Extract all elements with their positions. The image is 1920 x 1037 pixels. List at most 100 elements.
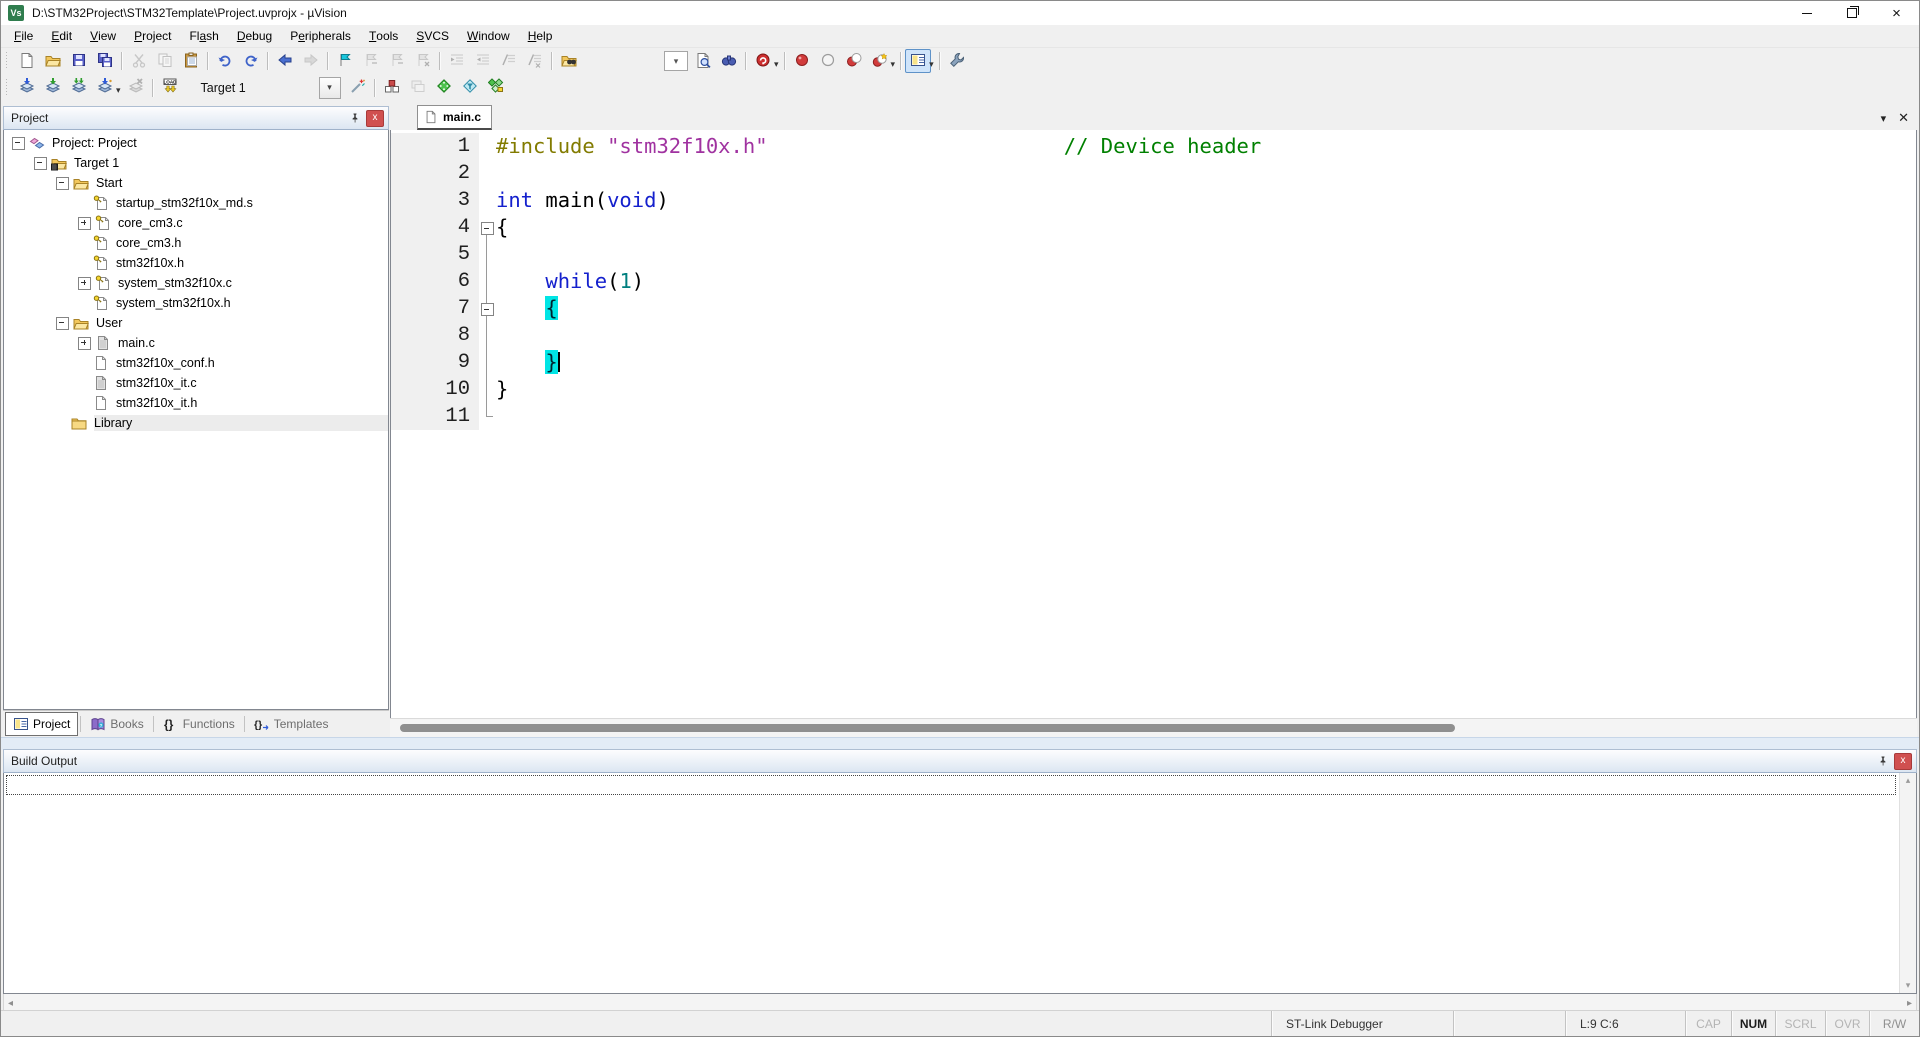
line-number[interactable]: 7 [391,295,479,322]
clear-bookmarks-button[interactable] [410,49,436,73]
navigate-forward-button[interactable] [298,49,324,73]
save-button[interactable] [66,49,92,73]
scroll-right-icon[interactable]: ▸ [1907,998,1912,1009]
code-line-4[interactable]: 4{ [391,214,1916,241]
find-combo[interactable]: ▾ [664,51,688,71]
target-select-combo[interactable]: Target 1 ▾ [193,76,341,99]
code-line-3[interactable]: 3 int main(void) [391,187,1916,214]
scroll-left-icon[interactable]: ◂ [8,998,13,1009]
menu-window[interactable]: Window [458,25,519,47]
project-panel-close-button[interactable]: x [366,109,384,127]
tree-item-stm32f10x-h[interactable]: stm32f10x.h [4,253,388,273]
manage-layout-button[interactable] [405,76,431,100]
insert-breakpoint-button[interactable] [789,49,815,73]
line-number[interactable]: 2 [391,160,479,187]
code-line-7[interactable]: 7 { [391,295,1916,322]
chevron-down-icon[interactable]: ▾ [774,59,779,70]
panel-tab-templates[interactable]: {} Templates [247,713,336,735]
disable-all-breakpoints-button[interactable] [841,49,867,73]
line-number[interactable]: 9 [391,349,479,376]
build-output-vertical-scrollbar[interactable]: ▴ ▾ [1899,773,1916,993]
maximize-restore-button[interactable] [1829,1,1874,25]
options-for-target-button[interactable] [345,76,371,100]
collapse-icon[interactable] [56,176,69,190]
menu-flash[interactable]: Fl a sh [180,25,227,47]
chevron-down-icon[interactable]: ▾ [891,59,896,70]
cut-button[interactable] [126,49,152,73]
line-number[interactable]: 6 [391,268,479,295]
code-line-8[interactable]: 8 [391,322,1916,349]
tree-item-target-1[interactable]: Target 1 [4,153,388,173]
editor-horizontal-scrollbar[interactable] [390,718,1917,737]
fold-collapse-icon[interactable] [481,222,494,235]
pin-icon[interactable] [347,111,363,126]
tree-item-user[interactable]: User [4,313,388,333]
save-all-button[interactable] [92,49,118,73]
find-in-files-dropdown-button[interactable] [750,49,776,73]
panel-tab-functions[interactable]: {} Functions [156,713,242,735]
minimize-button[interactable] [1784,1,1829,25]
translate-button[interactable] [14,76,40,100]
find-button[interactable] [690,49,716,73]
find-in-files-button[interactable] [556,49,582,73]
scrollbar-thumb[interactable] [400,724,1455,732]
panel-tab-books[interactable]: ? Books [83,713,150,735]
menu-help[interactable]: Help [519,25,562,47]
redo-button[interactable] [238,49,264,73]
undo-button[interactable] [212,49,238,73]
build-button[interactable] [40,76,66,100]
menu-file[interactable]: File [5,25,42,47]
tree-item-core-cm3-c[interactable]: core_cm3.c [4,213,388,233]
scroll-down-icon[interactable]: ▾ [1906,980,1911,991]
line-number[interactable]: 3 [391,187,479,214]
menu-project[interactable]: Project [125,25,180,47]
code-line-10[interactable]: 10} [391,376,1916,403]
menu-peripherals[interactable]: Pe ripherals [281,25,360,47]
tree-item-project-project[interactable]: Project: Project [4,133,388,153]
comment-button[interactable] [496,49,522,73]
incremental-find-button[interactable] [716,49,742,73]
code-line-2[interactable]: 2 [391,160,1916,187]
tree-item-library[interactable]: Library [4,413,388,433]
new-file-button[interactable] [14,49,40,73]
collapse-icon[interactable] [34,156,47,170]
chevron-down-icon[interactable]: ▾ [929,59,934,70]
stop-build-button[interactable] [123,76,149,100]
tree-item-system-stm32f10x-c[interactable]: system_stm32f10x.c [4,273,388,293]
open-file-button[interactable] [40,49,66,73]
collapse-icon[interactable] [56,316,69,330]
menu-debug[interactable]: Debug [228,25,281,47]
close-button[interactable]: × [1874,1,1919,25]
line-number[interactable]: 10 [391,376,479,403]
indent-button[interactable] [444,49,470,73]
fold-margin[interactable] [479,214,495,241]
next-bookmark-button[interactable] [358,49,384,73]
tree-item-startup-stm32f10x-md-s[interactable]: startup_stm32f10x_md.s [4,193,388,213]
code-line-5[interactable]: 5 [391,241,1916,268]
download-button[interactable]: LOAD [157,76,183,100]
line-number[interactable]: 11 [391,403,479,430]
uncomment-button[interactable] [522,49,548,73]
navigate-back-button[interactable] [272,49,298,73]
pin-icon[interactable] [1875,754,1891,769]
panel-tab-project[interactable]: Project [5,712,79,736]
pack-installer-button[interactable] [483,76,509,100]
fold-collapse-icon[interactable] [481,303,494,316]
tree-item-stm32f10x-conf-h[interactable]: stm32f10x_conf.h [4,353,388,373]
unindent-button[interactable] [470,49,496,73]
line-number[interactable]: 5 [391,241,479,268]
tree-item-main-c[interactable]: main.c [4,333,388,353]
build-output-close-button[interactable]: x [1894,752,1912,770]
paste-button[interactable] [178,49,204,73]
code-editor[interactable]: 1 #include "stm32f10x.h" // Device header… [390,130,1917,719]
code-line-6[interactable]: 6 while(1) [391,268,1916,295]
configure-button[interactable] [944,49,970,73]
build-output-content[interactable]: ▴ ▾ [3,773,1917,994]
menu-edit[interactable]: Edit [42,25,81,47]
tab-main-c[interactable]: main.c [417,105,493,130]
scroll-up-icon[interactable]: ▴ [1906,775,1911,786]
tab-list-dropdown-icon[interactable]: ▾ [1881,112,1887,125]
collapse-icon[interactable] [12,136,25,150]
tree-item-stm32f10x-it-c[interactable]: stm32f10x_it.c [4,373,388,393]
rebuild-button[interactable] [66,76,92,100]
